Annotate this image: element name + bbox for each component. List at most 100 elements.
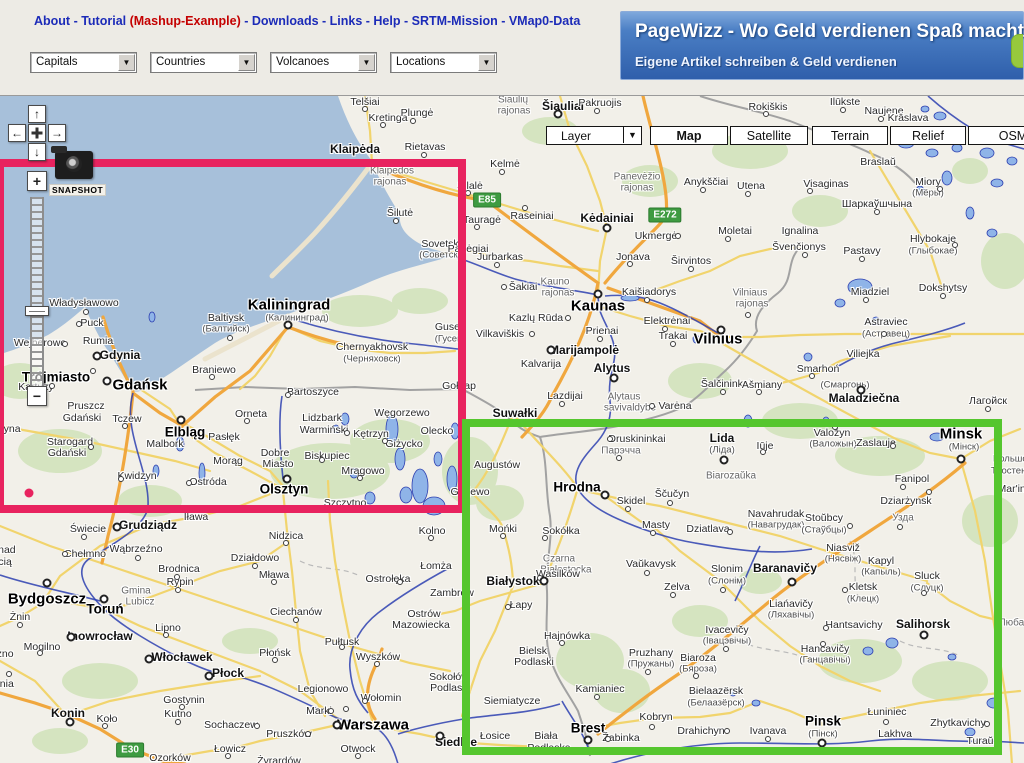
map-label: Hrodna <box>553 479 601 495</box>
town-marker <box>522 205 528 211</box>
pagewizz-banner[interactable]: PageWizz - Wo Geld verdienen Spaß macht!… <box>620 11 1024 80</box>
map-label: Bartoszyce <box>287 386 339 398</box>
chevron-down-icon[interactable]: ▼ <box>118 54 135 71</box>
map-label: Wąbrzeźno <box>109 543 163 555</box>
town-marker <box>92 351 102 361</box>
map-label: Pruzhany <box>628 647 674 659</box>
map-label: Notecią <box>0 556 12 568</box>
map-label: (Глыбокае) <box>908 245 958 257</box>
snapshot-camera-icon[interactable] <box>51 146 93 179</box>
map-label: Ašmiany <box>741 379 783 391</box>
town-marker <box>112 522 122 532</box>
zoom-out-button[interactable]: − <box>27 386 47 406</box>
town-marker <box>66 632 76 642</box>
pan-center-button[interactable] <box>28 124 46 142</box>
map-label: rajonas <box>541 287 575 299</box>
banner-green-button[interactable] <box>1011 34 1023 68</box>
map-label: Ostróda <box>189 476 227 488</box>
map-label: Varėna <box>658 400 692 412</box>
nav-link-help[interactable]: Help <box>373 14 400 28</box>
map-label: Salihorsk <box>895 617 951 631</box>
nav-link--mashup-example-[interactable]: (Mashup-Example) <box>130 14 241 28</box>
map-label: Władysławowo <box>49 297 119 309</box>
zoom-slider-handle[interactable] <box>25 306 49 316</box>
map-label: (Мінск) <box>948 441 980 453</box>
snapshot-label[interactable]: SNAPSHOT <box>49 184 107 196</box>
pan-right-button[interactable]: → <box>48 124 66 142</box>
map-label: Navahrudak <box>747 508 805 520</box>
dropdown-volcanoes[interactable]: Volcanoes ▼ <box>270 52 377 73</box>
map-canvas[interactable]: Telšiai Šiaulių rajonas Šiauliai Pakruojis Ro… <box>0 95 1024 763</box>
town-marker <box>494 262 500 268</box>
town-marker <box>393 218 399 224</box>
map-label: Biarozaŭka <box>705 470 757 482</box>
dropdown-locations[interactable]: Locations ▼ <box>390 52 497 73</box>
town-marker <box>254 723 260 729</box>
map-label: Moletai <box>718 225 752 237</box>
dropdown-countries[interactable]: Countries ▼ <box>150 52 257 73</box>
map-label: Kościerzyna <box>0 423 21 435</box>
road-badge-e272: E272 <box>648 207 682 223</box>
town-marker <box>559 401 565 407</box>
zoom-in-button[interactable]: + <box>27 171 47 191</box>
town-marker <box>594 694 600 700</box>
chevron-down-icon[interactable]: ▼ <box>478 54 495 71</box>
map-label: Orneta <box>234 408 268 420</box>
town-marker <box>500 533 506 539</box>
zoom-slider[interactable] <box>30 197 44 389</box>
map-label: Inowrocław <box>67 629 133 643</box>
pan-down-button[interactable]: ↓ <box>28 143 46 161</box>
map-label: Lazdijai <box>547 390 583 402</box>
map-label: Plungė <box>400 107 434 119</box>
map-label: Šilutė <box>386 207 414 219</box>
town-marker <box>937 186 943 192</box>
layer-button-satellite[interactable]: Satellite <box>730 126 808 145</box>
dropdown-capitals[interactable]: Capitals ▼ <box>30 52 137 73</box>
map-label: Podlaski <box>514 656 554 668</box>
nav-link-about[interactable]: About <box>34 14 70 28</box>
map-label: Druskininkai <box>608 433 666 445</box>
map-label: Gusev <box>434 321 466 333</box>
town-marker <box>605 736 611 742</box>
nav-link-tutorial[interactable]: Tutorial <box>81 14 129 28</box>
map-label: Dziarżynsk <box>880 495 932 507</box>
town-marker <box>529 331 535 337</box>
map-label: Большой <box>992 453 1024 465</box>
map-label: Kelmė <box>490 158 520 170</box>
nav-link-links[interactable]: Links <box>330 14 363 28</box>
map-label: Stoŭbcy <box>805 512 843 524</box>
dropdown-value: Capitals <box>36 56 78 68</box>
chevron-down-icon[interactable]: ▼ <box>358 54 375 71</box>
pan-up-button[interactable]: ↑ <box>28 105 46 123</box>
pan-left-button[interactable]: ← <box>8 124 26 142</box>
town-marker <box>319 457 325 463</box>
map-label: Turaŭ <box>966 735 994 747</box>
town-marker <box>163 632 169 638</box>
town-marker <box>597 336 603 342</box>
town-marker <box>542 535 548 541</box>
map-label: Jurbarkas <box>476 251 524 263</box>
town-marker <box>565 315 571 321</box>
map-label: Pinsk <box>804 713 842 729</box>
map-label: Malbork <box>146 438 184 450</box>
town-marker <box>760 449 766 455</box>
town-marker <box>693 673 699 679</box>
layer-button-osm[interactable]: OSM <box>968 126 1024 145</box>
layer-button-terrain[interactable]: Terrain <box>812 126 888 145</box>
map-label: Biała <box>534 730 558 742</box>
map-label: Klaipėda <box>329 142 381 156</box>
layer-dropdown[interactable]: Layer ▼ <box>546 126 642 145</box>
layer-button-map[interactable]: Map <box>650 126 728 145</box>
nav-link-downloads[interactable]: Downloads <box>252 14 319 28</box>
map-label: Braslaŭ <box>860 156 896 168</box>
map-label: Vilniaus <box>732 287 768 299</box>
map-label: Utena <box>736 180 766 192</box>
layer-button-relief[interactable]: Relief <box>890 126 966 145</box>
chevron-down-icon[interactable]: ▼ <box>238 54 255 71</box>
map-label: (Пружаны) <box>627 658 675 670</box>
town-marker <box>745 312 751 318</box>
nav-link-srtm-mission[interactable]: SRTM-Mission <box>412 14 498 28</box>
map-label: Białystok <box>486 574 540 588</box>
nav-link-vmap0-data[interactable]: VMap0-Data <box>509 14 581 28</box>
map-label: (Капыль) <box>861 566 901 578</box>
